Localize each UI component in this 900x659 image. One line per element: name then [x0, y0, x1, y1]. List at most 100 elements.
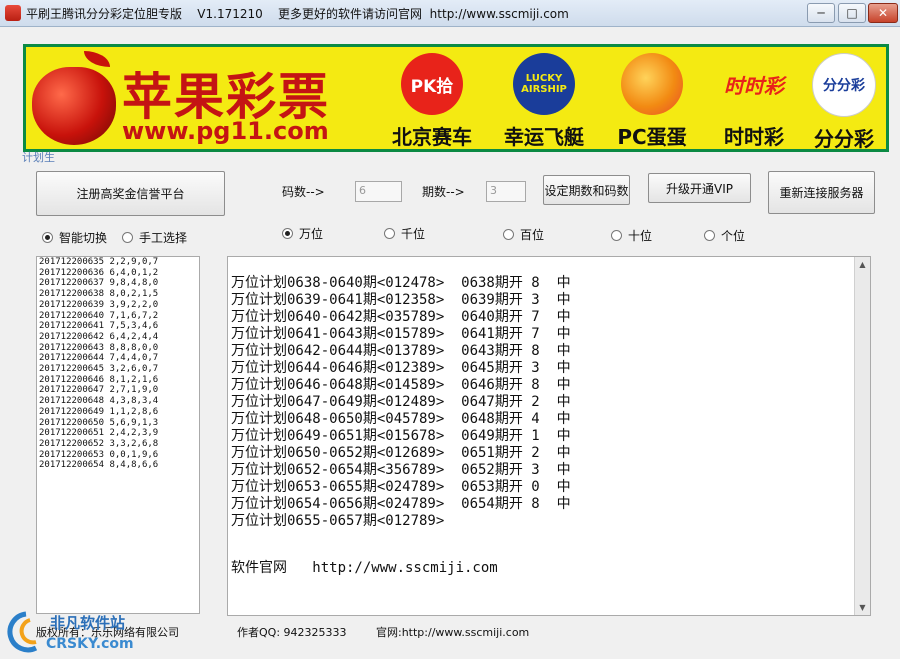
- list-item[interactable]: 201712200647 2,7,1,9,0: [37, 385, 199, 396]
- plan-line: 万位计划0652-0654期<356789> 0652期开 3 中: [231, 462, 571, 478]
- list-item[interactable]: 201712200642 6,4,2,4,4: [37, 332, 199, 343]
- list-item[interactable]: 201712200650 5,6,9,1,3: [37, 418, 199, 429]
- radio-label: 万位: [299, 227, 324, 241]
- footer-site: 官网:http://www.sscmiji.com: [376, 626, 530, 639]
- plan-caption: 计划生: [22, 151, 55, 164]
- radio-unchecked-icon: [611, 230, 622, 241]
- radio-unchecked-icon: [704, 230, 715, 241]
- radio-label: 千位: [401, 227, 426, 241]
- radio-unchecked-icon: [503, 229, 514, 240]
- website-line: 软件官网 http://www.sscmiji.com: [231, 560, 498, 576]
- watermark-cn: 非凡软件站: [50, 614, 125, 632]
- list-item[interactable]: 201712200635 2,2,9,0,7: [37, 257, 199, 268]
- set-period-code-button[interactable]: 设定期数和码数: [543, 175, 630, 205]
- position-ge-radio[interactable]: 个位: [704, 227, 745, 244]
- plan-line: 万位计划0642-0644期<013789> 0643期开 8 中: [231, 343, 571, 359]
- game-pc-egg[interactable]: PC蛋蛋: [604, 53, 700, 149]
- register-platform-button[interactable]: 注册高奖金信誉平台: [36, 171, 225, 216]
- scrollbar[interactable]: ▲ ▼: [854, 257, 870, 615]
- mark-six-icon: 分分彩: [812, 53, 876, 117]
- plan-line: 万位计划0653-0655期<024789> 0653期开 0 中: [231, 479, 571, 495]
- banner-url: www.pg11.com: [122, 117, 329, 145]
- ad-banner[interactable]: 苹果彩票 www.pg11.com PK拾 北京赛车 LUCKY AIRSHIP…: [23, 44, 889, 152]
- radio-checked-icon: [282, 228, 293, 239]
- list-item[interactable]: 201712200645 3,2,6,0,7: [37, 364, 199, 375]
- crsky-watermark-icon: 非凡软件站 CRSKY.com: [7, 611, 134, 653]
- list-item[interactable]: 201712200637 9,8,4,8,0: [37, 278, 199, 289]
- plan-line: 万位计划0646-0648期<014589> 0646期开 8 中: [231, 377, 571, 393]
- game-label: PC蛋蛋: [617, 125, 687, 149]
- pk10-icon: PK拾: [401, 53, 463, 115]
- app-icon: [5, 5, 21, 21]
- list-item[interactable]: 201712200640 7,1,6,7,2: [37, 311, 199, 322]
- plan-line: 万位计划0641-0643期<015789> 0641期开 7 中: [231, 326, 571, 342]
- ssc-icon: 时时彩: [724, 73, 784, 98]
- title-bar: 平刷王腾讯分分彩定位胆专版 V1.171210 更多更好的软件请访问官网 htt…: [0, 0, 900, 27]
- game-lucky-airship[interactable]: LUCKY AIRSHIP 幸运飞艇: [496, 53, 592, 149]
- reconnect-server-button[interactable]: 重新连接服务器: [768, 171, 875, 214]
- radio-label: 个位: [721, 229, 746, 243]
- radio-label: 智能切换: [59, 231, 108, 245]
- list-item[interactable]: 201712200648 4,3,8,3,4: [37, 396, 199, 407]
- radio-unchecked-icon: [384, 228, 395, 239]
- radio-label: 百位: [520, 228, 545, 242]
- plan-line: 万位计划0654-0656期<024789> 0654期开 8 中: [231, 496, 571, 512]
- period-count-field[interactable]: 3: [486, 181, 526, 202]
- game-pk10[interactable]: PK拾 北京赛车: [384, 53, 480, 149]
- minimize-button[interactable]: ─: [807, 3, 835, 23]
- apple-logo-icon: [32, 67, 116, 145]
- plan-line: 万位计划0638-0640期<012478> 0638期开 8 中: [231, 275, 571, 291]
- list-item[interactable]: 201712200654 8,4,8,6,6: [37, 460, 199, 471]
- game-label: 幸运飞艇: [504, 125, 584, 149]
- window-title: 平刷王腾讯分分彩定位胆专版 V1.171210 更多更好的软件请访问官网 htt…: [26, 7, 569, 21]
- list-item[interactable]: 201712200636 6,4,0,1,2: [37, 268, 199, 279]
- close-button[interactable]: ✕: [868, 3, 898, 23]
- plan-line: 万位计划0655-0657期<012789>: [231, 513, 445, 529]
- plan-line: 万位计划0639-0641期<012358> 0639期开 3 中: [231, 292, 571, 308]
- radio-label: 十位: [628, 229, 653, 243]
- list-item[interactable]: 201712200643 8,8,8,0,0: [37, 343, 199, 354]
- game-label: 分分彩: [814, 127, 874, 151]
- mode-manual-radio[interactable]: 手工选择: [122, 229, 187, 246]
- radio-checked-icon: [42, 232, 53, 243]
- game-label: 北京赛车: [392, 125, 472, 149]
- plan-output-area[interactable]: 万位计划0638-0640期<012478> 0638期开 8 中 万位计划06…: [227, 256, 871, 616]
- upgrade-vip-button[interactable]: 升级开通VIP: [648, 173, 751, 203]
- period-count-label: 期数-->: [422, 185, 465, 199]
- code-count-label: 码数-->: [282, 185, 325, 199]
- maximize-button[interactable]: □: [838, 3, 866, 23]
- position-shi-radio[interactable]: 十位: [611, 227, 652, 244]
- list-item[interactable]: 201712200644 7,4,4,0,7: [37, 353, 199, 364]
- position-qian-radio[interactable]: 千位: [384, 225, 425, 242]
- game-ffc[interactable]: 分分彩 分分彩: [796, 53, 886, 151]
- list-item[interactable]: 201712200641 7,5,3,4,6: [37, 321, 199, 332]
- plan-line: 万位计划0648-0650期<045789> 0648期开 4 中: [231, 411, 571, 427]
- code-count-field[interactable]: 6: [355, 181, 402, 202]
- game-label: 时时彩: [724, 125, 784, 149]
- plan-line: 万位计划0644-0646期<012389> 0645期开 3 中: [231, 360, 571, 376]
- plan-line: 万位计划0649-0651期<015678> 0649期开 1 中: [231, 428, 571, 444]
- list-item[interactable]: 201712200639 3,9,2,2,0: [37, 300, 199, 311]
- radio-label: 手工选择: [139, 231, 188, 245]
- position-bai-radio[interactable]: 百位: [503, 226, 544, 243]
- list-item[interactable]: 201712200649 1,1,2,8,6: [37, 407, 199, 418]
- list-item[interactable]: 201712200646 8,1,2,1,6: [37, 375, 199, 386]
- scroll-up-icon[interactable]: ▲: [855, 257, 870, 272]
- mode-smart-radio[interactable]: 智能切换: [42, 229, 107, 246]
- scroll-down-icon[interactable]: ▼: [855, 600, 870, 615]
- list-item[interactable]: 201712200652 3,3,2,6,8: [37, 439, 199, 450]
- apple-leaf-icon: [84, 51, 110, 67]
- list-item[interactable]: 201712200638 8,0,2,1,5: [37, 289, 199, 300]
- plan-line: 万位计划0640-0642期<035789> 0640期开 7 中: [231, 309, 571, 325]
- plan-line: 万位计划0647-0649期<012489> 0647期开 2 中: [231, 394, 571, 410]
- list-item[interactable]: 201712200653 0,0,1,9,6: [37, 450, 199, 461]
- position-wan-radio[interactable]: 万位: [282, 225, 323, 242]
- game-ssc[interactable]: 时时彩 时时彩: [706, 53, 802, 150]
- list-item[interactable]: 201712200651 2,4,2,3,9: [37, 428, 199, 439]
- lucky-airship-icon: LUCKY AIRSHIP: [513, 53, 575, 115]
- plan-line: 万位计划0650-0652期<012689> 0651期开 2 中: [231, 445, 571, 461]
- draw-history-list[interactable]: 201712200635 2,2,9,0,7 201712200636 6,4,…: [36, 256, 200, 614]
- radio-unchecked-icon: [122, 232, 133, 243]
- egg-icon: [621, 53, 683, 115]
- watermark-en: CRSKY.com: [46, 636, 134, 652]
